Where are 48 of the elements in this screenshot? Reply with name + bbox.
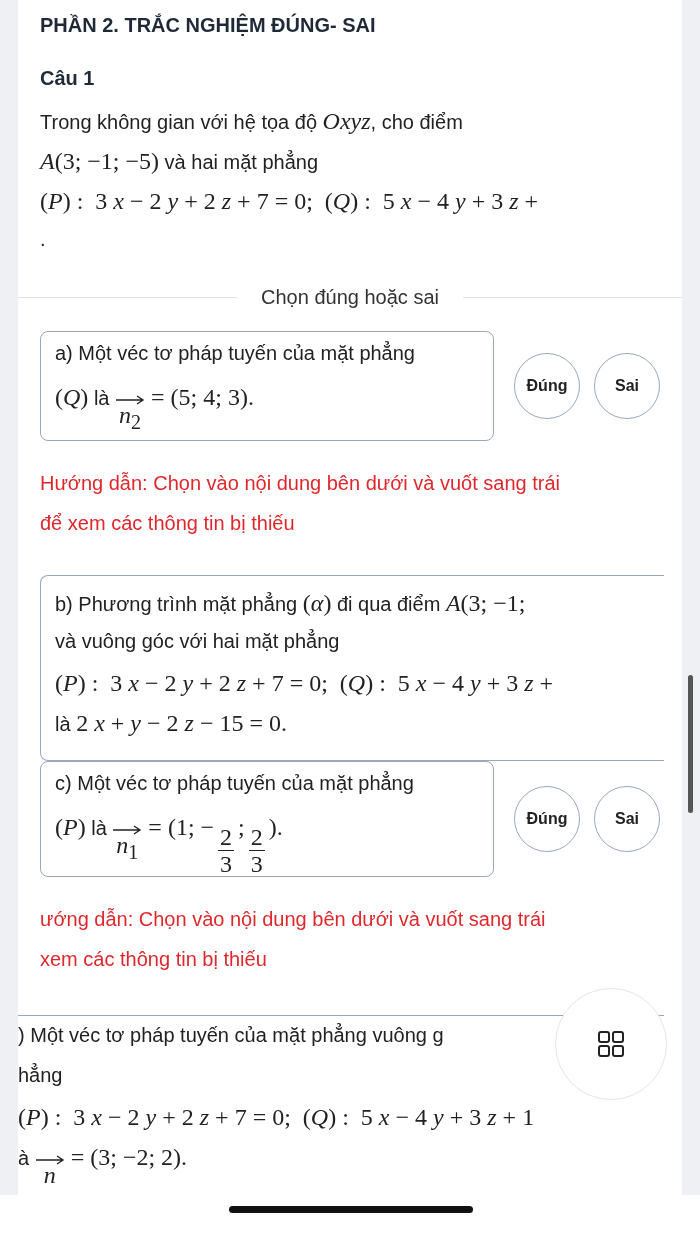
question-text: , cho điểm bbox=[370, 111, 463, 134]
question-text: Trong không gian với hệ tọa độ bbox=[40, 111, 318, 134]
fraction: 2 3 bbox=[218, 823, 235, 878]
section-title: PHẦN 2. TRẮC NGHIỆM ĐÚNG- SAI bbox=[40, 14, 377, 37]
statement-text: a) Một véc tơ pháp tuyến của mặt phẳng bbox=[55, 342, 415, 365]
fraction: 2 3 bbox=[248, 823, 265, 878]
statement-text: là bbox=[90, 816, 108, 840]
answer-button[interactable]: Đúng bbox=[514, 785, 580, 852]
divider-label: Chọn đúng hoặc sai bbox=[260, 286, 440, 309]
statement-text: c) Một véc tơ pháp tuyến của mặt phẳng bbox=[55, 771, 414, 795]
hint-text: Hướng dẫn: Chọn vào nội dung bên dưới và vuốt sang trái bbox=[40, 470, 561, 496]
statement-text: và vuông góc với hai mặt phẳng bbox=[55, 629, 340, 653]
math-expression: (P) : 3 x − 2 y + 2 z + 7 = 0; (Q) : 5 x − 4 y + 3 z + 1 bbox=[18, 1103, 535, 1131]
statement-text: hẳng bbox=[18, 1063, 63, 1087]
statement-text: là bbox=[55, 712, 72, 736]
math-expression: A(3; −1; bbox=[445, 589, 526, 617]
math-expression: = (3; −2; 2). bbox=[69, 1143, 188, 1171]
statement-panel[interactable]: b) Phương trình mặt phẳng (α) đi qua điểm A(3; −1; và vuông góc với hai mặt phẳng (P) : 3 x − 2 y + 2 z + 7 = 0; (Q) : 5 x − 4 y + 3 z + là 2 x + y − 2 z − 15 = 0. bbox=[40, 574, 664, 761]
answer-button[interactable]: Sai bbox=[594, 352, 660, 419]
math-expression: (α) bbox=[302, 589, 332, 617]
statement-text: b) Phương trình mặt phẳng bbox=[55, 592, 299, 616]
math-expression: (P) : 3 x − 2 y + 2 z + 7 = 0; (Q) : 5 x − 4 y + 3 z + bbox=[55, 669, 554, 697]
math-expression: (Q) bbox=[55, 384, 89, 411]
statement-text: là bbox=[92, 387, 111, 410]
math-expression: = (5; 4; 3). bbox=[150, 384, 254, 411]
grid-icon bbox=[598, 1031, 624, 1057]
answer-button[interactable]: Đúng bbox=[514, 352, 580, 419]
math-expression: A(3; −1; −5) bbox=[40, 148, 160, 175]
statement-card[interactable]: a) Một véc tơ pháp tuyến của mặt phẳng (Q) là n$_{2}$ = (5; 4; 3). bbox=[40, 331, 494, 441]
question-text: . bbox=[40, 228, 46, 251]
scrollbar[interactable] bbox=[688, 675, 693, 813]
math-expression: Oxyz bbox=[322, 108, 371, 135]
statement-text: ) Một véc tơ pháp tuyến của mặt phẳng vuông g bbox=[18, 1023, 444, 1047]
statement-card[interactable]: c) Một véc tơ pháp tuyến của mặt phẳng (P) là n$_{1}$ = (1; − 2 3 ; 2 3 ). bbox=[40, 760, 494, 877]
hint-text: xem các thông tin bị thiếu bbox=[40, 946, 268, 972]
hint-text: ướng dẫn: Chọn vào nội dung bên dưới và vuốt sang trái bbox=[40, 906, 547, 932]
question-label: Câu 1 bbox=[40, 67, 96, 90]
math-expression: ). bbox=[268, 813, 283, 841]
hint-text: để xem các thông tin bị thiếu bbox=[40, 510, 296, 536]
statement-text: đi qua điểm bbox=[335, 592, 442, 616]
math-expression: ; bbox=[238, 813, 245, 841]
math-expression: 2 x + y − 2 z − 15 = 0. bbox=[76, 709, 287, 737]
math-expression: (P) bbox=[55, 813, 86, 841]
question-text: và hai mặt phẳng bbox=[163, 151, 319, 174]
answer-button[interactable]: Sai bbox=[594, 785, 660, 852]
math-expression: (P) : 3 x − 2 y + 2 z + 7 = 0; (Q) : 5 x − 4 y + 3 z + bbox=[40, 188, 539, 215]
statement-text: à bbox=[18, 1146, 31, 1170]
math-expression: = (1; − bbox=[147, 813, 215, 841]
